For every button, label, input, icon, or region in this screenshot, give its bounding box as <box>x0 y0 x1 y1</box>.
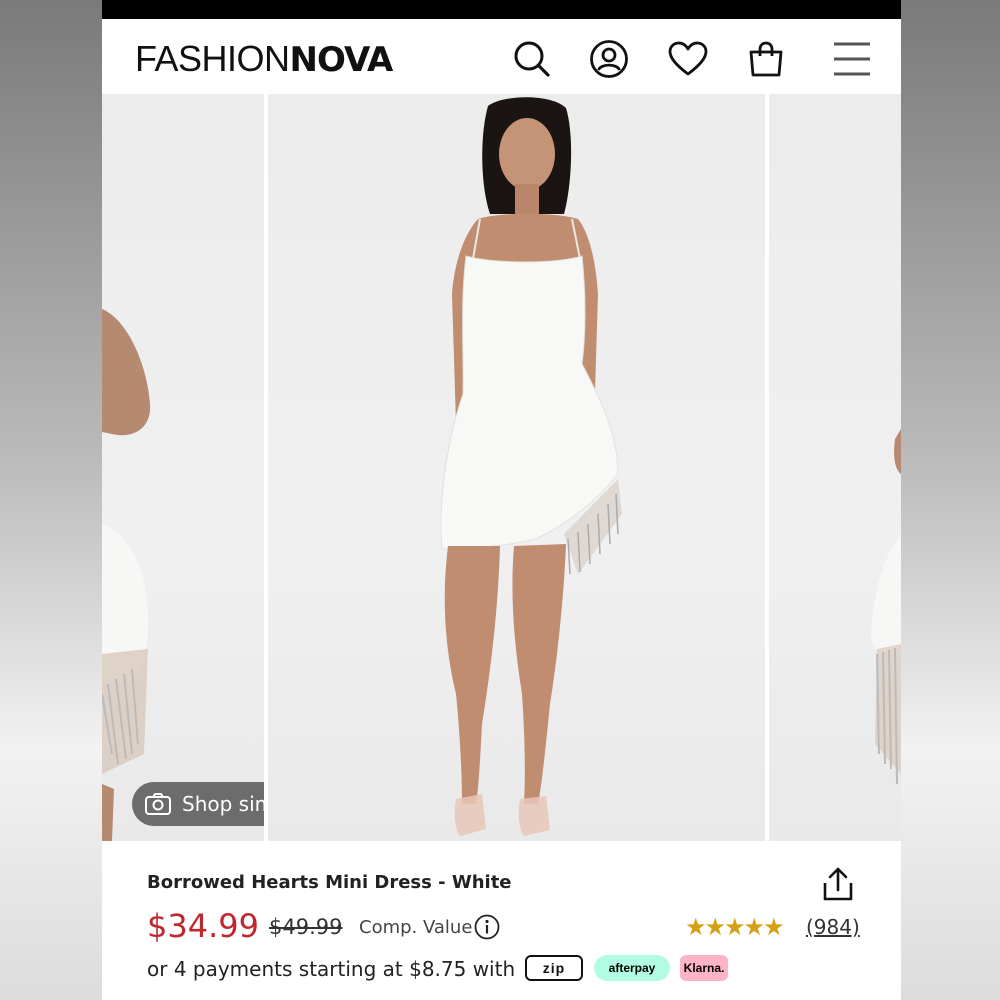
comp-value-label: Comp. Value <box>359 917 473 938</box>
bag-icon[interactable] <box>746 39 786 79</box>
info-icon[interactable] <box>474 914 500 940</box>
site-header: FASHIONNOVA <box>102 19 901 94</box>
shop-similar-label: Shop similar <box>182 792 264 816</box>
logo-text-thin: FASHION <box>135 38 290 79</box>
menu-icon[interactable] <box>832 39 872 79</box>
gallery-slide-current[interactable] <box>268 94 765 841</box>
original-price: $49.99 <box>269 915 343 939</box>
model-photo-partial-right <box>871 429 901 785</box>
shop-similar-button[interactable]: Shop similar <box>132 782 264 826</box>
account-icon[interactable] <box>589 39 629 79</box>
gallery-slide-previous[interactable]: Shop similar <box>102 94 264 841</box>
gallery-slide-next[interactable] <box>769 94 901 841</box>
product-image-gallery[interactable]: Shop similar <box>102 94 901 841</box>
sale-price: $34.99 <box>147 907 259 945</box>
model-photo-main <box>440 97 622 836</box>
fashionnova-logo[interactable]: FASHIONNOVA <box>135 38 394 81</box>
share-icon[interactable] <box>818 865 858 905</box>
camera-icon <box>145 793 171 815</box>
rating-stars: ★★★★★ <box>685 914 785 941</box>
logo-text-bold: NOVA <box>289 40 394 80</box>
background-right <box>901 0 1000 1000</box>
product-title: Borrowed Hearts Mini Dress - White <box>147 872 512 893</box>
heart-icon[interactable] <box>668 39 708 79</box>
zip-badge[interactable]: zip <box>525 955 583 981</box>
afterpay-badge[interactable]: afterpay <box>594 955 670 981</box>
phone-screen: FASHIONNOVA Shop si Borrowed Hearts Mini… <box>102 0 901 1000</box>
installment-text: or 4 payments starting at $8.75 with <box>147 957 516 981</box>
klarna-badge[interactable]: Klarna. <box>680 955 728 981</box>
search-icon[interactable] <box>512 39 552 79</box>
background-left <box>0 0 102 1000</box>
review-count-link[interactable]: (984) <box>806 915 860 939</box>
product-info: Borrowed Hearts Mini Dress - White $34.9… <box>102 841 901 1000</box>
status-bar <box>102 0 901 19</box>
model-photo-partial-left <box>102 309 151 841</box>
